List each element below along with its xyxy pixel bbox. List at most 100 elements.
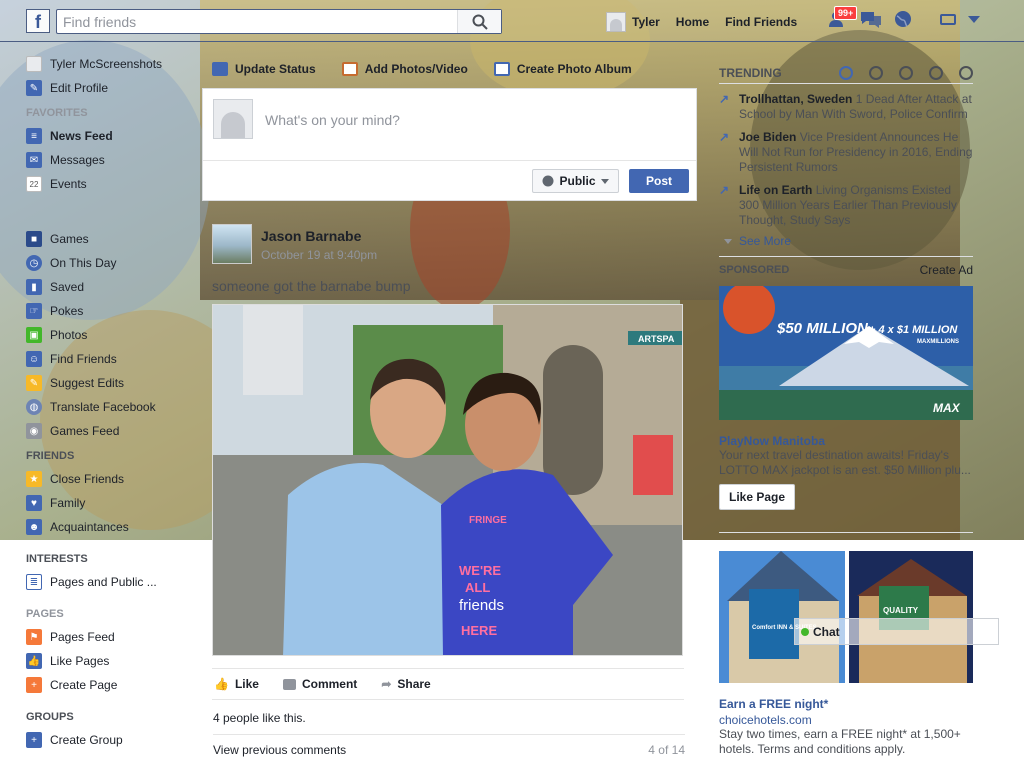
ad-banner-extra-text: + 4 x $1 MILLION xyxy=(869,324,958,336)
privacy-label: Public xyxy=(559,174,596,188)
top-navigation-bar: f Tyler Home Find Friends 99+ xyxy=(0,0,1024,42)
groups-header: GROUPS xyxy=(26,711,74,723)
sidebar-item-suggest-edits[interactable]: ✎ Suggest Edits xyxy=(26,371,196,395)
story-photo[interactable]: ARTSPA FRINGE WE'RE ALL friends HERE xyxy=(212,304,683,656)
sidebar-item-pokes[interactable]: ☞ Pokes xyxy=(26,299,196,323)
sidebar-item-like-pages[interactable]: 👍 Like Pages xyxy=(26,649,196,673)
sidebar-item-messages[interactable]: ✉ Messages xyxy=(26,148,196,172)
messages-icon[interactable] xyxy=(860,8,882,30)
shirt-line-1: WE'RE xyxy=(459,563,501,578)
trending-topic[interactable]: Life on Earth xyxy=(739,183,812,197)
ad-banner-image: $50 MILLION + 4 x $1 MILLION MAXMILLIONS… xyxy=(719,286,973,420)
politics-icon[interactable] xyxy=(869,65,883,80)
sidebar-item-label: Events xyxy=(50,177,87,191)
avatar xyxy=(213,99,253,139)
share-button[interactable]: ➦ Share xyxy=(381,677,430,691)
trending-topic[interactable]: Trollhattan, Sweden xyxy=(739,92,852,106)
find-friends-link[interactable]: Find Friends xyxy=(725,15,797,29)
sidebar-item-family[interactable]: ♥ Family xyxy=(26,491,196,515)
trending-item[interactable]: ↗ Life on Earth Living Organisms Existed… xyxy=(719,183,973,228)
post-button[interactable]: Post xyxy=(629,169,689,193)
news-feed-icon: ≡ xyxy=(26,128,42,144)
sidebar-item-photos[interactable]: ▣ Photos xyxy=(26,323,196,347)
story-author[interactable]: Jason Barnabe xyxy=(261,228,361,244)
ad-image-lotto[interactable]: $50 MILLION + 4 x $1 MILLION MAXMILLIONS… xyxy=(719,286,973,420)
trending-topic[interactable]: Joe Biden xyxy=(739,130,796,144)
sidebar-item-on-this-day[interactable]: ◷ On This Day xyxy=(26,251,196,275)
sidebar-item-acquaintances[interactable]: ☻ Acquaintances xyxy=(26,515,196,539)
entertainment-icon[interactable] xyxy=(959,65,973,80)
profile-link[interactable]: Tyler xyxy=(606,12,660,32)
like-page-button[interactable]: Like Page xyxy=(719,484,796,510)
sidebar-item-label: Acquaintances xyxy=(50,520,129,534)
sidebar-item-events[interactable]: 22 Events xyxy=(26,172,196,196)
privacy-selector[interactable]: Public xyxy=(532,169,619,193)
sidebar-item-games-feed[interactable]: ◉ Games Feed xyxy=(26,419,196,443)
search-button[interactable] xyxy=(457,10,501,33)
album-icon xyxy=(493,62,510,76)
tab-create-photo-album[interactable]: Create Photo Album xyxy=(493,62,632,76)
left-sidebar: Tyler McScreenshots ✎ Edit Profile FAVOR… xyxy=(26,52,196,752)
status-input[interactable]: What's on your mind? xyxy=(265,112,400,128)
ad-image-hotel[interactable]: Comfort INN & SUITES QUALITY xyxy=(719,551,973,683)
search-input[interactable] xyxy=(57,10,457,33)
view-previous-comments-link[interactable]: View previous comments xyxy=(213,743,346,757)
comment-button[interactable]: Comment xyxy=(282,677,358,691)
top-nav-links: Tyler Home Find Friends xyxy=(606,12,797,32)
add-group-icon: + xyxy=(26,732,42,748)
top-trends-icon[interactable] xyxy=(839,65,853,80)
tab-add-photos-video[interactable]: Add Photos/Video xyxy=(341,62,468,76)
photo-image: ARTSPA FRINGE WE'RE ALL friends HERE xyxy=(213,305,682,655)
avatar xyxy=(26,56,42,72)
sidebar-item-create-group[interactable]: + Create Group xyxy=(26,728,196,752)
search-box xyxy=(56,9,502,34)
sidebar-item-edit-profile[interactable]: ✎ Edit Profile xyxy=(26,76,196,100)
chat-label: Chat xyxy=(813,624,840,639)
sidebar-item-close-friends[interactable]: ★ Close Friends xyxy=(26,467,196,491)
sidebar-item-find-friends[interactable]: ☺ Find Friends xyxy=(26,347,196,371)
clock-icon: ◷ xyxy=(26,255,42,271)
like-button[interactable]: 👍 Like xyxy=(214,677,259,691)
story-timestamp[interactable]: October 19 at 9:40pm xyxy=(261,248,377,262)
sports-icon[interactable] xyxy=(929,65,943,80)
poke-icon: ☞ xyxy=(26,303,42,319)
pages-header: PAGES xyxy=(26,608,64,620)
store-sign-text: ARTSPA xyxy=(638,334,675,344)
likes-summary[interactable]: 4 people like this. xyxy=(213,711,306,725)
sidebar-item-games[interactable]: ■ Games xyxy=(26,227,196,251)
globe-icon xyxy=(542,175,554,187)
ad-title[interactable]: PlayNow Manitoba xyxy=(719,434,973,448)
sidebar-item-create-page[interactable]: + Create Page xyxy=(26,673,196,697)
sidebar-item-label: Tyler McScreenshots xyxy=(50,57,163,71)
photo-icon xyxy=(341,62,358,76)
sidebar-item-news-feed[interactable]: ≡ News Feed xyxy=(26,124,196,148)
account-menu-caret-icon[interactable] xyxy=(968,16,980,23)
ad-link[interactable]: choicehotels.com xyxy=(719,713,973,727)
see-more-link[interactable]: See More xyxy=(719,234,973,248)
sidebar-item-pages-and-public[interactable]: ≣ Pages and Public ... xyxy=(26,570,196,594)
privacy-shortcuts-icon[interactable] xyxy=(940,14,956,25)
news-icon: ≣ xyxy=(26,574,42,590)
create-ad-link[interactable]: Create Ad xyxy=(920,263,973,277)
pencil-icon xyxy=(212,62,228,76)
sidebar-item-saved[interactable]: ▮ Saved xyxy=(26,275,196,299)
sidebar-item-translate[interactable]: ◍ Translate Facebook xyxy=(26,395,196,419)
science-icon[interactable] xyxy=(899,65,913,80)
tab-update-status[interactable]: Update Status xyxy=(212,62,316,76)
facebook-logo-icon[interactable]: f xyxy=(26,9,50,33)
avatar[interactable] xyxy=(212,224,252,264)
sidebar-item-profile[interactable]: Tyler McScreenshots xyxy=(26,52,196,76)
friend-requests-icon[interactable]: 99+ xyxy=(828,6,858,30)
trending-text: Joe Biden Vice President Announces He Wi… xyxy=(739,130,973,175)
trending-item[interactable]: ↗ Joe Biden Vice President Announces He … xyxy=(719,130,973,175)
home-link[interactable]: Home xyxy=(676,15,709,29)
sidebar-item-label: Messages xyxy=(50,153,105,167)
action-label: Comment xyxy=(301,677,358,691)
globe-icon[interactable] xyxy=(892,8,914,30)
trending-item[interactable]: ↗ Trollhattan, Sweden 1 Dead After Attac… xyxy=(719,92,973,122)
chat-tab[interactable]: Chat xyxy=(794,618,999,645)
sidebar-item-pages-feed[interactable]: ⚑ Pages Feed xyxy=(26,625,196,649)
ad-title[interactable]: Earn a FREE night* xyxy=(719,697,973,711)
